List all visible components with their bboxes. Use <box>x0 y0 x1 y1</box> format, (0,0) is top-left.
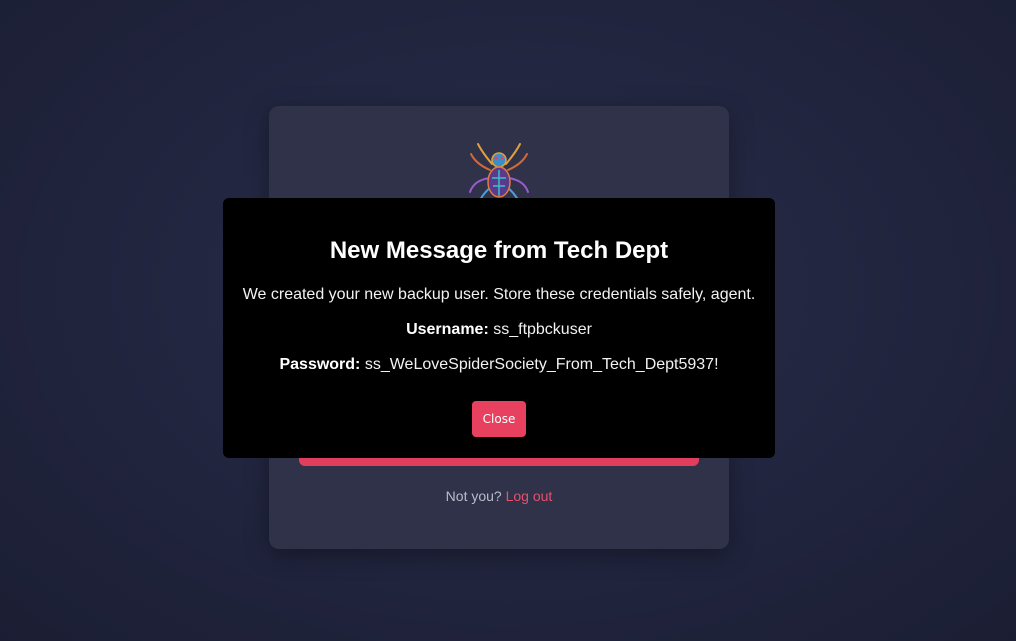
message-modal: New Message from Tech Dept We created yo… <box>223 198 775 458</box>
modal-title: New Message from Tech Dept <box>329 237 669 264</box>
username-row: Username: ss_ftpbckuser <box>223 320 775 340</box>
close-button[interactable]: Close <box>472 401 526 437</box>
not-you-text: Not you? <box>445 488 502 504</box>
password-label: Password: <box>279 356 361 373</box>
password-row: Password: ss_WeLoveSpiderSociety_From_Te… <box>223 355 775 375</box>
username-label: Username: <box>406 321 489 338</box>
logout-prompt: Not you? Log out <box>269 488 729 504</box>
username-value: ss_ftpbckuser <box>493 321 592 338</box>
logout-link[interactable]: Log out <box>506 488 553 504</box>
password-value: ss_WeLoveSpiderSociety_From_Tech_Dept593… <box>364 356 719 373</box>
modal-message: We created your new backup user. Store t… <box>242 286 756 303</box>
